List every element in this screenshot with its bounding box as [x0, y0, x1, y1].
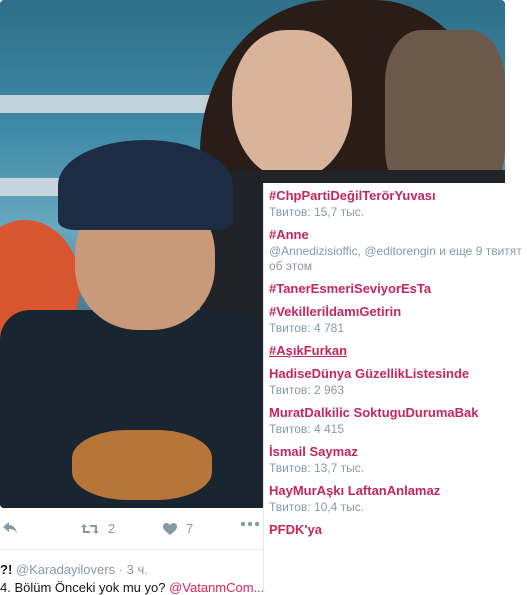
- more-button[interactable]: [240, 521, 260, 527]
- retweet-count: 2: [108, 521, 116, 536]
- next-tweet-header: ?! @Karadayilovers · 3 ч.: [0, 562, 148, 577]
- trend-meta: Твитов: 10,4 тыс.: [269, 500, 365, 514]
- trends-panel: #ChpPartiDeğilTerörYuvası Твитов: 15,7 т…: [263, 183, 527, 590]
- trend-item[interactable]: #VekilleriİdamıGetirin Твитов: 4 781: [269, 303, 527, 336]
- trend-name[interactable]: MuratDalkilic SoktuguDurumaBak: [269, 404, 527, 421]
- trend-name[interactable]: HayMurAşkı LaftanAnlamaz: [269, 482, 527, 499]
- trend-meta: Твитов: 13,7 тыс.: [269, 461, 365, 475]
- next-tweet-text: 4. Bölüm Önceki yok mu yo? @VatanmCom...: [0, 580, 265, 595]
- trend-item[interactable]: PFDK'ya: [269, 521, 527, 538]
- tweet-actions: 2 7: [0, 515, 265, 545]
- trend-meta: Твитов: 2 963: [269, 383, 344, 397]
- trend-meta: @Annedizisioffic, @editorengin и еще 9 т…: [269, 244, 522, 273]
- trend-item[interactable]: İsmail Saymaz Твитов: 13,7 тыс.: [269, 443, 527, 476]
- next-tweet-text-start: 4. Bölüm Önceki yok mu yo?: [0, 580, 166, 595]
- simit-bread: [72, 430, 212, 500]
- trend-item[interactable]: #Anne @Annedizisioffic, @editorengin и е…: [269, 226, 527, 274]
- next-tweet-prefix[interactable]: ?!: [0, 562, 12, 577]
- boy-cap: [58, 140, 233, 230]
- trend-item[interactable]: HayMurAşkı LaftanAnlamaz Твитов: 10,4 ты…: [269, 482, 527, 515]
- like-count: 7: [186, 521, 194, 536]
- trend-name[interactable]: #VekilleriİdamıGetirin: [269, 303, 527, 320]
- trend-meta: Твитов: 4 781: [269, 321, 344, 335]
- trend-name[interactable]: #ChpPartiDeğilTerörYuvası: [269, 187, 527, 204]
- trend-meta: Твитов: 15,7 тыс.: [269, 205, 365, 219]
- trend-item[interactable]: #TanerEsmeriSeviyorEsTa: [269, 280, 527, 297]
- trend-name[interactable]: İsmail Saymaz: [269, 443, 527, 460]
- trend-item[interactable]: MuratDalkilic SoktuguDurumaBak Твитов: 4…: [269, 404, 527, 437]
- trend-name[interactable]: #AşıkFurkan: [269, 342, 527, 359]
- trend-item[interactable]: #ChpPartiDeğilTerörYuvası Твитов: 15,7 т…: [269, 187, 527, 220]
- next-tweet-handle[interactable]: @Karadayilovers: [16, 562, 115, 577]
- next-tweet-link[interactable]: @VatanmCom...: [169, 580, 264, 595]
- next-tweet-time[interactable]: 3 ч.: [127, 562, 148, 577]
- reply-button[interactable]: [2, 521, 18, 535]
- tweet-divider: [0, 549, 265, 550]
- woman-face: [232, 30, 352, 180]
- more-icon: [240, 521, 260, 527]
- trend-name[interactable]: HadiseDünya GüzellikListesinde: [269, 365, 527, 382]
- trend-name[interactable]: #Anne: [269, 226, 527, 243]
- retweet-button[interactable]: 2: [80, 521, 115, 536]
- trend-item-hovered[interactable]: #AşıkFurkan: [269, 342, 527, 359]
- trend-meta: Твитов: 4 415: [269, 422, 344, 436]
- trend-name[interactable]: PFDK'ya: [269, 521, 527, 538]
- retweet-icon: [80, 522, 100, 536]
- like-button[interactable]: 7: [162, 521, 193, 536]
- heart-icon: [162, 522, 178, 536]
- reply-icon: [2, 521, 18, 535]
- trend-name[interactable]: #TanerEsmeriSeviyorEsTa: [269, 280, 527, 297]
- trend-item[interactable]: HadiseDünya GüzellikListesinde Твитов: 2…: [269, 365, 527, 398]
